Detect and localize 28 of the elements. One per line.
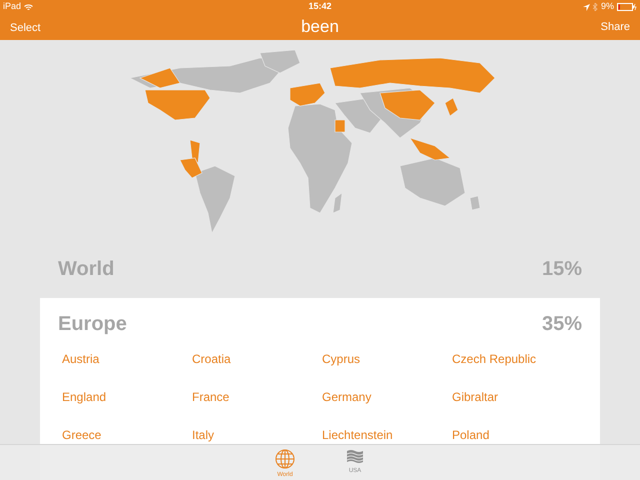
- bluetooth-icon: [592, 3, 598, 11]
- flag-icon: [346, 449, 364, 465]
- country-name[interactable]: Germany: [322, 388, 452, 407]
- share-button[interactable]: Share: [600, 18, 630, 36]
- wifi-icon: [24, 4, 34, 10]
- location-arrow-icon: [582, 4, 590, 10]
- status-time: 15:42: [308, 0, 332, 14]
- app-title: been: [301, 16, 339, 38]
- region-label: Europe: [58, 312, 127, 337]
- country-name[interactable]: France: [192, 388, 322, 407]
- country-name[interactable]: Austria: [62, 350, 192, 369]
- region-percent: 35%: [542, 312, 582, 337]
- battery-percent: 9%: [600, 0, 614, 14]
- device-name: iPad: [3, 0, 22, 14]
- country-name[interactable]: Poland: [452, 426, 582, 445]
- country-name[interactable]: Gibraltar: [452, 388, 582, 407]
- battery-icon: [617, 3, 637, 11]
- country-name[interactable]: Greece: [62, 426, 192, 445]
- country-name[interactable]: England: [62, 388, 192, 407]
- world-label: World: [58, 257, 114, 282]
- country-name[interactable]: Czech Republic: [452, 350, 582, 369]
- globe-icon: [275, 449, 295, 469]
- country-name[interactable]: Cyprus: [322, 350, 452, 369]
- world-percent: 15%: [542, 257, 582, 282]
- country-name[interactable]: Croatia: [192, 350, 322, 369]
- select-button[interactable]: Select: [10, 20, 41, 36]
- country-name[interactable]: Liechtenstein: [322, 426, 452, 445]
- country-name[interactable]: Italy: [192, 426, 322, 445]
